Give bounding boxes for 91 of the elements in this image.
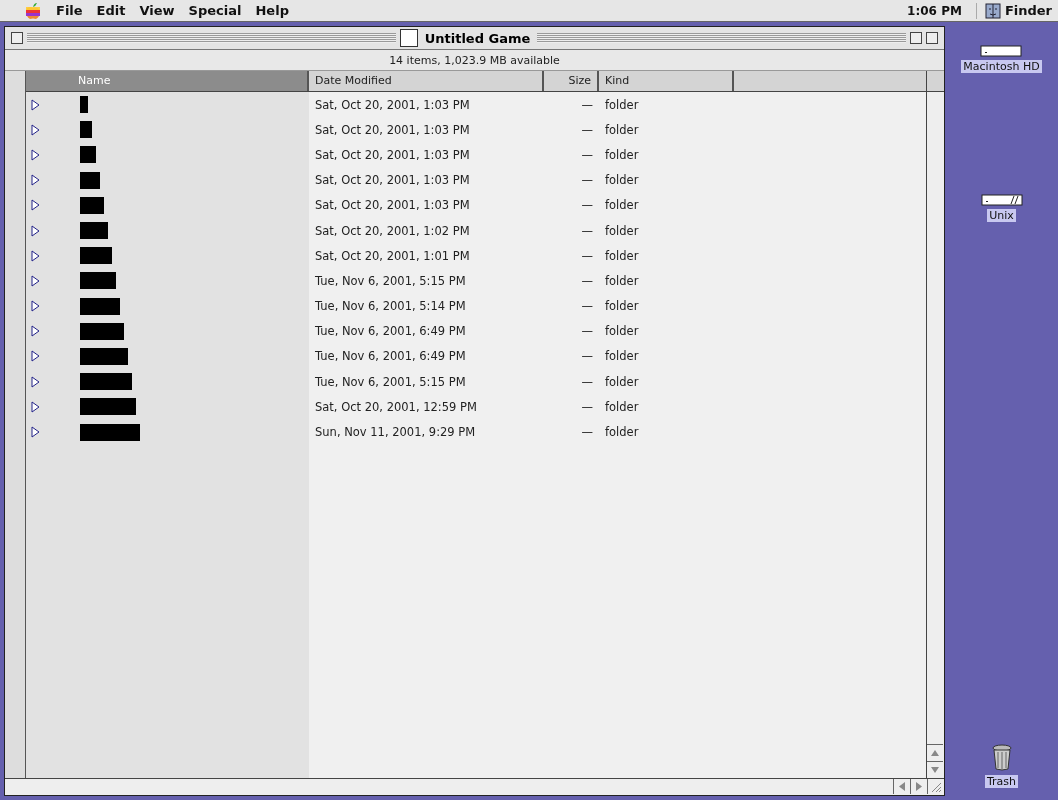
disclosure-triangle-icon[interactable] [30, 123, 40, 136]
redaction-bar [80, 347, 128, 365]
folder-proxy-icon [399, 29, 418, 47]
redaction-bar [80, 196, 104, 214]
desktop-icon-label[interactable]: Trash [984, 775, 1019, 788]
close-box[interactable] [11, 32, 23, 44]
desktop-icon-label[interactable]: Unix [987, 209, 1016, 222]
date-cell: Sat, Oct 20, 2001, 1:03 PM [315, 97, 470, 112]
redaction-bar [80, 171, 100, 189]
redaction-bar [80, 398, 136, 416]
kind-cell: folder [605, 425, 639, 440]
menu-item[interactable]: File [56, 3, 83, 18]
kind-cell: folder [605, 198, 639, 213]
disclosure-triangle-icon[interactable] [30, 274, 40, 287]
date-cell: Sun, Nov 11, 2001, 9:29 PM [315, 425, 476, 440]
date-cell: Sat, Oct 20, 2001, 1:02 PM [315, 223, 470, 238]
kind-cell: folder [605, 173, 639, 188]
date-cell: Tue, Nov 6, 2001, 5:15 PM [315, 273, 466, 288]
kind-cell: folder [605, 223, 639, 238]
redaction-bar [80, 297, 120, 315]
size-cell: — [581, 97, 593, 112]
redaction-bar [80, 423, 140, 441]
desktop-icon-label[interactable]: Macintosh HD [961, 60, 1042, 73]
redaction-bar [80, 373, 132, 391]
date-cell: Tue, Nov 6, 2001, 6:49 PM [315, 324, 466, 339]
date-cell: Tue, Nov 6, 2001, 5:15 PM [315, 374, 466, 389]
date-cell: Sat, Oct 20, 2001, 1:03 PM [315, 173, 470, 188]
redaction-bar [80, 247, 112, 265]
disclosure-triangle-icon[interactable] [30, 148, 40, 161]
apple-menu-icon[interactable] [24, 1, 42, 20]
date-cell: Tue, Nov 6, 2001, 5:14 PM [315, 299, 466, 314]
disclosure-triangle-icon[interactable] [30, 375, 40, 388]
disclosure-triangle-icon[interactable] [30, 325, 40, 338]
kind-cell: folder [605, 324, 639, 339]
size-cell: — [581, 198, 593, 213]
size-cell: — [581, 223, 593, 238]
app-name: Finder [1004, 3, 1052, 18]
size-cell: — [581, 349, 593, 364]
kind-cell: folder [605, 248, 639, 263]
date-cell: Tue, Nov 6, 2001, 6:49 PM [315, 349, 466, 364]
disclosure-triangle-icon[interactable] [30, 174, 40, 187]
zoom-box[interactable] [910, 32, 922, 44]
redaction-bar [80, 322, 124, 340]
kind-cell: folder [605, 147, 639, 162]
window-title: Untitled Game [423, 30, 532, 46]
size-cell: — [581, 425, 593, 440]
redaction-bar [80, 146, 96, 164]
redaction-bar [80, 121, 92, 139]
redaction-bar [80, 272, 116, 290]
date-cell: Sat, Oct 20, 2001, 1:03 PM [315, 122, 470, 137]
sort-direction-button[interactable] [927, 71, 944, 92]
kind-cell: folder [605, 399, 639, 414]
kind-cell: folder [605, 97, 639, 112]
size-cell: — [581, 147, 593, 162]
size-cell: — [581, 399, 593, 414]
menu-item[interactable]: Special [188, 3, 242, 18]
date-cell: Sat, Oct 20, 2001, 1:03 PM [315, 198, 470, 213]
size-cell: — [581, 374, 593, 389]
size-cell: — [581, 173, 593, 188]
menu-item[interactable]: Help [255, 3, 289, 18]
size-cell: — [581, 273, 593, 288]
redaction-bar [80, 96, 88, 114]
redaction-bar [80, 222, 108, 240]
size-cell: — [581, 122, 593, 137]
kind-cell: folder [605, 273, 639, 288]
collapse-box[interactable] [926, 32, 938, 44]
size-cell: — [581, 324, 593, 339]
application-menu[interactable]: Finder [975, 2, 1052, 19]
size-cell: — [581, 299, 593, 314]
disclosure-triangle-icon[interactable] [30, 400, 40, 413]
disclosure-triangle-icon[interactable] [30, 199, 40, 212]
resize-grip-icon[interactable] [927, 779, 944, 794]
kind-cell: folder [605, 349, 639, 364]
disclosure-triangle-icon[interactable] [30, 350, 40, 363]
date-cell: Sat, Oct 20, 2001, 1:03 PM [315, 147, 470, 162]
menu-clock: 1:06 PM [907, 3, 962, 18]
disclosure-triangle-icon[interactable] [30, 224, 40, 237]
date-cell: Sat, Oct 20, 2001, 12:59 PM [315, 399, 477, 414]
kind-cell: folder [605, 122, 639, 137]
disclosure-triangle-icon[interactable] [30, 98, 40, 111]
disclosure-triangle-icon[interactable] [30, 300, 40, 313]
kind-cell: folder [605, 374, 639, 389]
disclosure-triangle-icon[interactable] [30, 249, 40, 262]
kind-cell: folder [605, 299, 639, 314]
items-info: 14 items, 1,023.9 MB available [389, 53, 560, 67]
menu-item[interactable]: View [139, 3, 175, 18]
size-cell: — [581, 248, 593, 263]
disclosure-triangle-icon[interactable] [30, 426, 40, 439]
date-cell: Sat, Oct 20, 2001, 1:01 PM [315, 248, 470, 263]
finder-face-icon [984, 2, 1001, 19]
menu-item[interactable]: Edit [96, 3, 126, 18]
